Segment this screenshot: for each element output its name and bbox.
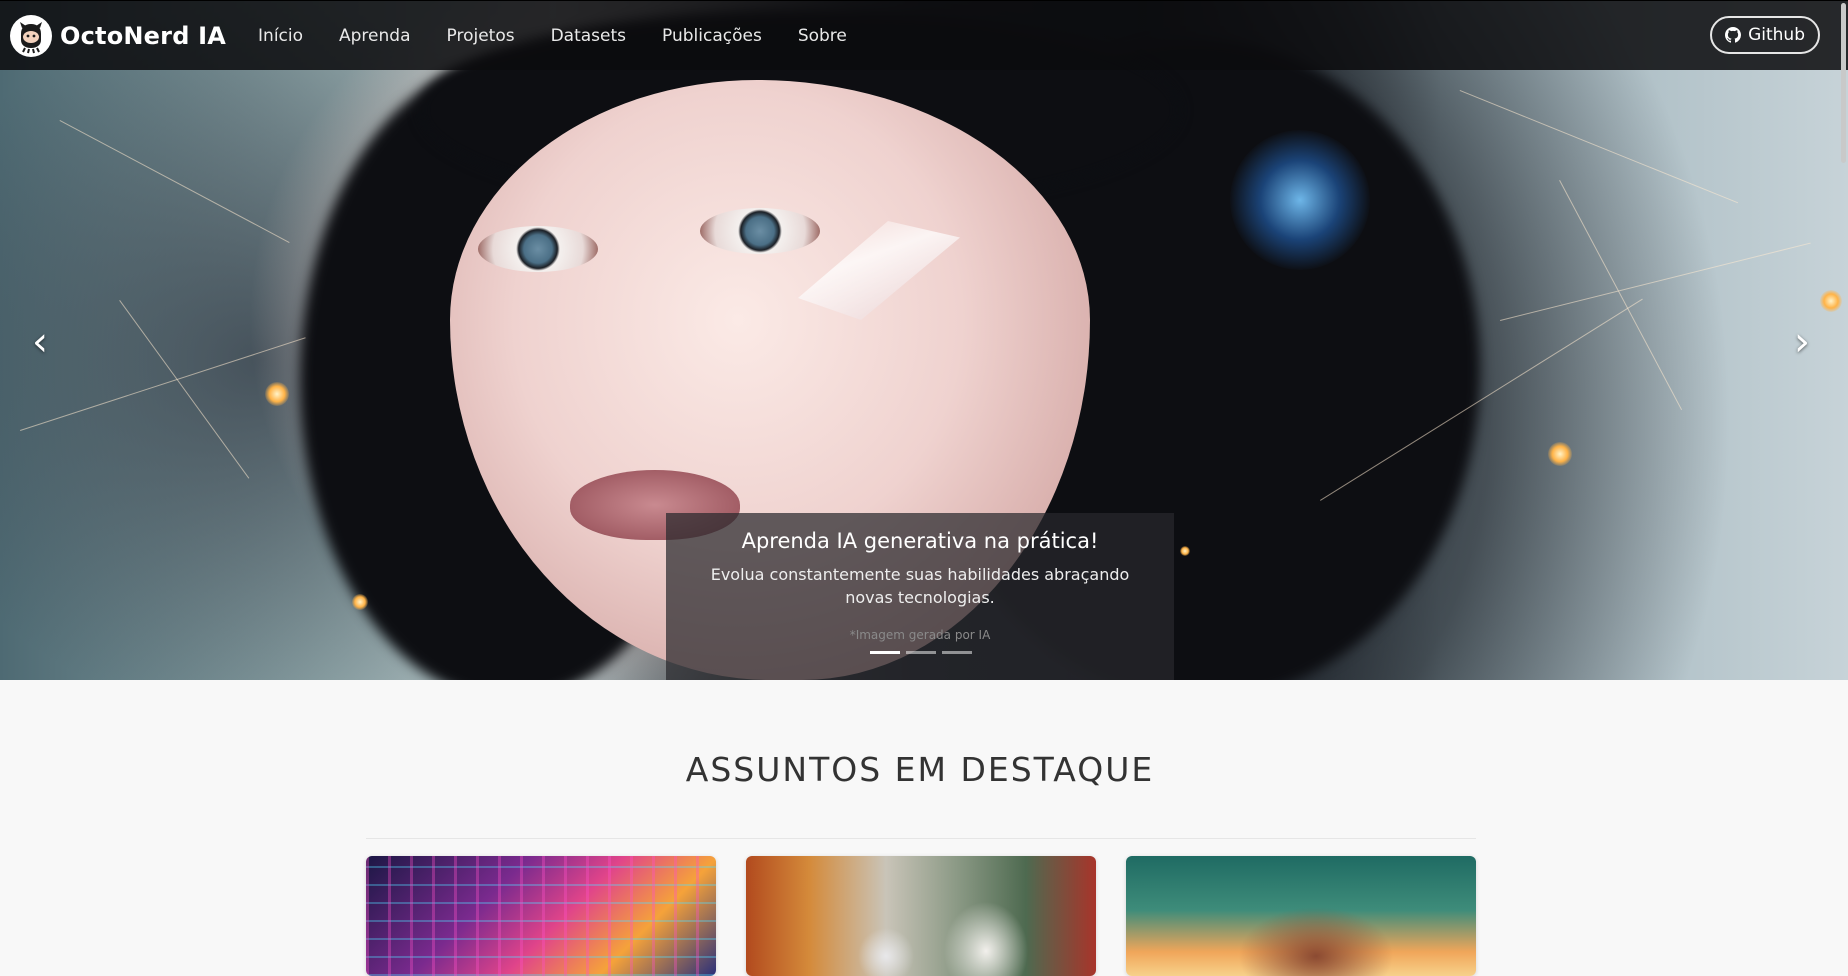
hero-carousel: ‹ › Aprenda IA generativa na prática! Ev… [0, 0, 1848, 680]
carousel-indicator-1[interactable] [870, 651, 900, 654]
nav-link-sobre[interactable]: Sobre [798, 26, 847, 46]
featured-card-1[interactable] [366, 856, 716, 976]
carousel-next-button[interactable]: › [1780, 319, 1824, 365]
scrollbar-thumb[interactable] [1841, 3, 1846, 163]
caption-credit: *Imagem gerada por IA [849, 628, 991, 642]
hero-image-spark [265, 382, 289, 406]
github-button[interactable]: Github [1710, 16, 1820, 54]
hero-image-web-line [1459, 90, 1739, 204]
hero-image-web-line [59, 120, 290, 243]
caption-title: Aprenda IA generativa na prática! [741, 529, 1099, 553]
caption-text: Evolua constantemente suas habilidades a… [710, 565, 1130, 607]
brand-link[interactable]: OctoNerd IA [10, 14, 227, 57]
hero-image-web-line [20, 337, 306, 431]
octocat-logo-icon [10, 14, 52, 57]
hero-image-spark [1820, 290, 1842, 312]
navbar: OctoNerd IA Início Aprenda Projetos Data… [0, 0, 1848, 70]
carousel-indicator-3[interactable] [942, 651, 972, 654]
hero-image-spark [352, 594, 368, 610]
carousel-caption: Aprenda IA generativa na prática! Evolua… [666, 513, 1174, 680]
section-title: ASSUNTOS EM DESTAQUE [685, 750, 1155, 789]
featured-card-3[interactable] [1126, 856, 1476, 976]
nav-link-datasets[interactable]: Datasets [551, 26, 626, 46]
section-divider [366, 838, 1476, 839]
nav-links: Início Aprenda Projetos Datasets Publica… [248, 26, 865, 46]
carousel-indicators [870, 651, 972, 654]
hero-image-blue-glow [1230, 130, 1370, 270]
carousel-indicator-2[interactable] [906, 651, 936, 654]
nav-link-aprenda[interactable]: Aprenda [339, 26, 410, 46]
hero-image-eye-left [478, 226, 598, 272]
nav-link-projetos[interactable]: Projetos [447, 26, 515, 46]
hero-image-web-line [1559, 180, 1683, 411]
hero-image-spark [1548, 442, 1572, 466]
github-button-label: Github [1748, 25, 1805, 45]
hero-image-eye-right [700, 208, 820, 254]
hero-image-web-line [119, 300, 250, 479]
carousel-prev-button[interactable]: ‹ [18, 319, 62, 365]
brand-name: OctoNerd IA [60, 21, 227, 50]
nav-link-publicacoes[interactable]: Publicações [662, 26, 762, 46]
hero-image-web-line [1500, 242, 1811, 321]
github-icon [1725, 27, 1742, 43]
hero-image-spark [1180, 546, 1190, 556]
featured-card-2[interactable] [746, 856, 1096, 976]
nav-link-inicio[interactable]: Início [258, 26, 303, 46]
